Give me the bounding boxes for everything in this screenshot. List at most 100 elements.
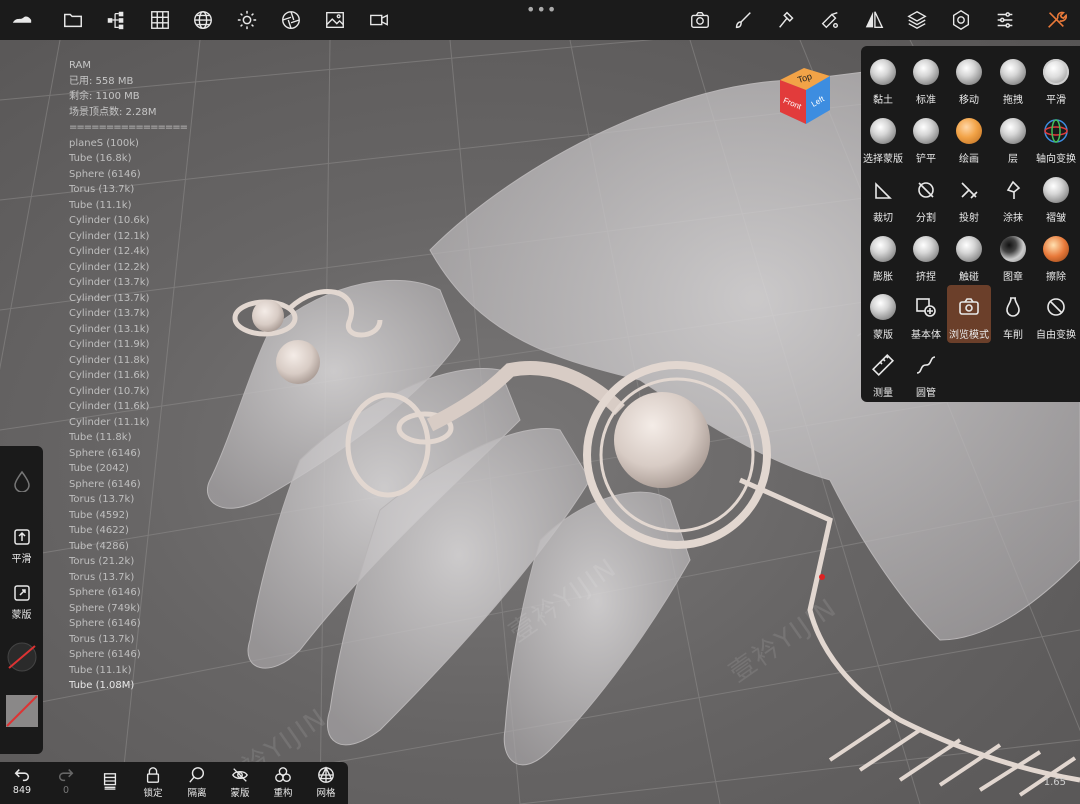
hammer-icon[interactable] — [773, 6, 801, 34]
layers-icon[interactable] — [903, 6, 931, 34]
pearl-medium — [276, 340, 320, 384]
tool-stamp-brush[interactable]: 图章 — [991, 227, 1035, 285]
tool-erase[interactable]: 擦除 — [1034, 227, 1078, 285]
object-list-item[interactable]: Cylinder (11.9k) — [69, 337, 187, 353]
aperture-icon[interactable] — [277, 6, 305, 34]
color-swatch[interactable] — [0, 694, 43, 728]
object-list-item[interactable]: Tube (11.1k) — [69, 663, 187, 679]
object-list-item[interactable]: Cylinder (10.6k) — [69, 213, 187, 229]
tool-smooth-brush[interactable]: 平滑 — [1034, 50, 1078, 108]
tool-move-brush[interactable]: 移动 — [947, 50, 991, 108]
object-list-item[interactable]: Tube (11.8k) — [69, 430, 187, 446]
globe-icon[interactable] — [189, 6, 217, 34]
tool-lathe[interactable]: 车削 — [991, 285, 1035, 343]
object-list-item[interactable]: Tube (4622) — [69, 523, 187, 539]
object-list-item[interactable]: Tube (11.1k) — [69, 198, 187, 214]
object-list-item[interactable]: Sphere (6146) — [69, 616, 187, 632]
object-list-item[interactable]: Sphere (6146) — [69, 585, 187, 601]
tool-split[interactable]: 分割 — [904, 168, 948, 226]
material-sphere-icon[interactable] — [0, 640, 43, 674]
object-list-item[interactable]: Cylinder (11.1k) — [69, 415, 187, 431]
smooth-toggle[interactable]: 平滑 — [0, 528, 43, 565]
tool-gizmo-transform[interactable]: 轴向变换 — [1034, 109, 1078, 167]
tool-standard-brush[interactable]: 标准 — [904, 50, 948, 108]
tool-ruler[interactable]: 测量 — [861, 343, 905, 401]
video-icon[interactable] — [365, 6, 393, 34]
tool-paint-brush[interactable]: 绘画 — [947, 109, 991, 167]
undo-count: 849 — [12, 785, 32, 796]
object-list-item[interactable]: Cylinder (11.6k) — [69, 368, 187, 384]
object-list-item[interactable]: Cylinder (13.7k) — [69, 275, 187, 291]
orientation-cube[interactable]: Top Front Left — [772, 62, 838, 128]
object-list-item[interactable]: Sphere (6146) — [69, 167, 187, 183]
nomad-logo-icon[interactable] — [8, 6, 36, 34]
object-list-item[interactable]: Cylinder (12.4k) — [69, 244, 187, 260]
tools-icon[interactable] — [1042, 6, 1070, 34]
tool-pinch-brush[interactable]: 挤捏 — [904, 227, 948, 285]
split-icon — [912, 176, 940, 204]
undo-button[interactable]: 849 — [2, 766, 42, 796]
object-list-item[interactable]: planeS (100k) — [69, 136, 187, 152]
more-menu-icon[interactable]: ••• — [526, 0, 557, 19]
object-list-item[interactable]: Cylinder (10.7k) — [69, 384, 187, 400]
tool-project[interactable]: 投射 — [947, 168, 991, 226]
image-icon[interactable] — [321, 6, 349, 34]
object-list-item[interactable]: Tube (2042) — [69, 461, 187, 477]
sliders-icon[interactable] — [991, 6, 1019, 34]
tool-primitive[interactable]: 基本体 — [904, 285, 948, 343]
redo-button[interactable]: 0 — [46, 766, 86, 796]
tool-trim[interactable]: 裁切 — [861, 168, 905, 226]
scene-tree-icon[interactable] — [102, 6, 130, 34]
grid-icon[interactable] — [146, 6, 174, 34]
object-list-item[interactable]: Cylinder (13.7k) — [69, 306, 187, 322]
camera-icon[interactable] — [686, 6, 714, 34]
object-list-item[interactable]: Torus (13.7k) — [69, 632, 187, 648]
dynamic-topology-drop-icon[interactable] — [0, 470, 43, 492]
brush-icon[interactable] — [729, 6, 757, 34]
object-list-item[interactable]: Cylinder (11.6k) — [69, 399, 187, 415]
object-list-item[interactable]: Tube (4286) — [69, 539, 187, 555]
tool-free-transform[interactable]: 自由变换 — [1034, 285, 1078, 343]
lock-button[interactable]: 锁定 — [133, 766, 173, 799]
object-list-item[interactable]: Tube (16.8k) — [69, 151, 187, 167]
object-list-item[interactable]: Cylinder (12.1k) — [69, 229, 187, 245]
object-list-item[interactable]: Cylinder (12.2k) — [69, 260, 187, 276]
tool-layer-brush[interactable]: 层 — [991, 109, 1035, 167]
tool-tube-tool[interactable]: 圆管 — [904, 343, 948, 401]
tool-label: 涂抹 — [1003, 213, 1023, 224]
object-list-item[interactable]: Torus (21.2k) — [69, 554, 187, 570]
active-object[interactable]: Tube (1.08M) — [69, 678, 187, 694]
remesh-button[interactable]: 重构 — [263, 766, 303, 799]
tool-smudge[interactable]: 涂抹 — [991, 168, 1035, 226]
mask-toggle[interactable]: 蒙版 — [0, 584, 43, 621]
tool-drag-brush[interactable]: 拖拽 — [991, 50, 1035, 108]
tool-view-camera[interactable]: 浏览模式 — [947, 285, 991, 343]
mask-visibility-button[interactable]: 蒙版 — [220, 766, 260, 799]
sun-icon[interactable] — [233, 6, 261, 34]
tool-inflate-brush[interactable]: 膨胀 — [861, 227, 905, 285]
settings-icon[interactable] — [947, 6, 975, 34]
paint-icon[interactable] — [816, 6, 844, 34]
object-list-item[interactable]: Cylinder (13.7k) — [69, 291, 187, 307]
tool-mask-brush[interactable]: 蒙版 — [861, 285, 905, 343]
tool-flatten-brush[interactable]: 铲平 — [904, 109, 948, 167]
mirror-icon[interactable] — [860, 6, 888, 34]
tool-tube-brush[interactable]: 触碰 — [947, 227, 991, 285]
tool-crease-brush[interactable]: 褶皱 — [1034, 168, 1078, 226]
folder-icon[interactable] — [59, 6, 87, 34]
object-list-item[interactable]: Sphere (6146) — [69, 647, 187, 663]
mesh-button[interactable]: 网格 — [306, 766, 346, 799]
scene-list-icon[interactable] — [90, 772, 130, 790]
object-list-item[interactable]: Torus (13.7k) — [69, 182, 187, 198]
tool-select-mask[interactable]: 选择蒙版 — [861, 109, 905, 167]
object-list-item[interactable]: Sphere (749k) — [69, 601, 187, 617]
object-list-item[interactable]: Torus (13.7k) — [69, 570, 187, 586]
object-list-item[interactable]: Sphere (6146) — [69, 446, 187, 462]
tool-clay-brush[interactable]: 黏土 — [861, 50, 905, 108]
object-list-item[interactable]: Cylinder (13.1k) — [69, 322, 187, 338]
isolate-button[interactable]: 隔离 — [177, 766, 217, 799]
object-list-item[interactable]: Torus (13.7k) — [69, 492, 187, 508]
object-list-item[interactable]: Cylinder (11.8k) — [69, 353, 187, 369]
object-list-item[interactable]: Sphere (6146) — [69, 477, 187, 493]
object-list-item[interactable]: Tube (4592) — [69, 508, 187, 524]
